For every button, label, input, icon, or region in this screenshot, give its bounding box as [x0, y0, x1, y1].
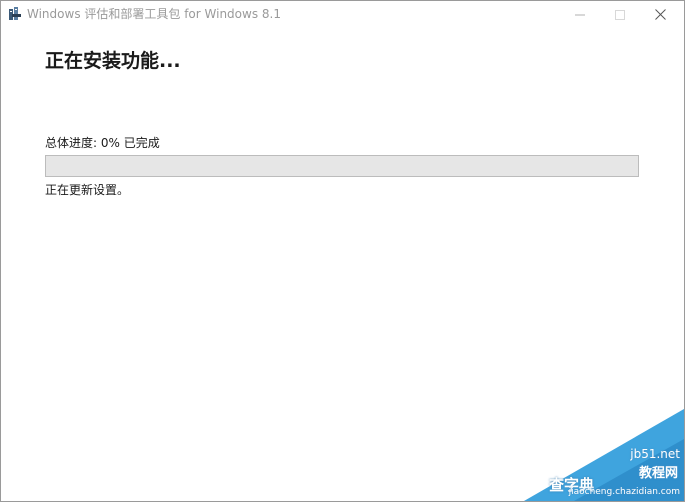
- title-bar[interactable]: Windows 评估和部署工具包 for Windows 8.1: [1, 1, 684, 27]
- overall-progress-label: 总体进度: 0% 已完成: [45, 136, 160, 150]
- watermark-site: jb51.net: [630, 447, 680, 461]
- minimize-icon: [575, 5, 585, 24]
- maximize-icon: [615, 5, 625, 24]
- status-text: 正在更新设置。: [45, 183, 130, 197]
- installer-window: Windows 评估和部署工具包 for Windows 8.1 正在安装功能.…: [0, 0, 685, 502]
- close-button[interactable]: [640, 1, 680, 27]
- watermark-url: jiaocheng.chazidian.com: [568, 487, 680, 497]
- close-icon: [654, 5, 666, 24]
- window-title: Windows 评估和部署工具包 for Windows 8.1: [27, 7, 281, 21]
- page-title: 正在安装功能...: [45, 50, 181, 72]
- installer-icon: [7, 6, 23, 22]
- watermark: jb51.net 教程网 查字典 jiaocheng.chazidian.com: [524, 409, 684, 501]
- maximize-button[interactable]: [600, 1, 640, 27]
- minimize-button[interactable]: [560, 1, 600, 27]
- watermark-brand: 教程网: [638, 466, 678, 481]
- overall-progress-bar: [45, 155, 639, 177]
